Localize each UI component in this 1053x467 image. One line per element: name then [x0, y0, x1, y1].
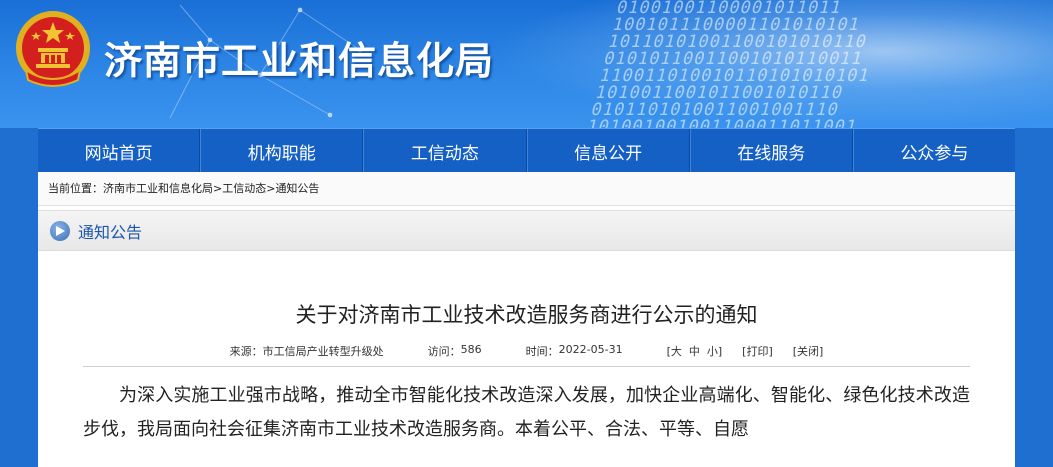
breadcrumb-item-notices[interactable]: 通知公告 — [275, 182, 319, 195]
breadcrumb-item-news[interactable]: 工信动态 — [222, 182, 266, 195]
section-bar: 通知公告 — [38, 210, 1015, 251]
time-label: 时间： — [525, 345, 559, 358]
print-link[interactable]: [打印] — [742, 343, 773, 359]
nav-item-online-services[interactable]: 在线服务 — [689, 129, 853, 173]
nav-item-home[interactable]: 网站首页 — [38, 129, 201, 173]
nav-item-functions[interactable]: 机构职能 — [200, 129, 364, 173]
time-value: 2022-05-31 — [558, 343, 623, 356]
national-emblem-icon — [16, 11, 90, 87]
font-size-links[interactable]: [大 中 小] — [667, 343, 723, 359]
article-title: 关于对济南市工业技术改造服务商进行公示的通知 — [295, 303, 758, 327]
site-title: 济南市工业和信息化局 — [104, 39, 495, 83]
site-header: 01001001100001011011 1001011100001101010… — [0, 0, 1053, 128]
article-body: 为深入实施工业强市战略，推动全市智能化技术改造深入发展，加快企业高端化、智能化、… — [83, 385, 970, 440]
article-meta: 来源： 市工信局产业转型升级处 访问： 586 时间： 2022-05-31 [大 中… — [38, 343, 1015, 359]
close-link[interactable]: [关闭] — [793, 343, 824, 359]
breadcrumb-prefix: 当前位置： — [48, 182, 103, 195]
play-circle-icon — [50, 220, 70, 241]
nav-item-public-participation[interactable]: 公众参与 — [852, 129, 1015, 173]
binary-decoration: 01001001100001011011 1001011100001101010… — [587, 0, 873, 128]
breadcrumb-separator: > — [213, 182, 223, 195]
main-nav: 网站首页 机构职能 工信动态 信息公开 在线服务 公众参与 — [38, 128, 1015, 173]
meta-divider — [83, 366, 970, 367]
visits-label: 访问： — [427, 345, 461, 358]
source-label: 来源： — [229, 345, 263, 358]
source-value: 市工信局产业转型升级处 — [262, 345, 384, 358]
nav-item-disclosure[interactable]: 信息公开 — [526, 129, 690, 173]
breadcrumb-item-home[interactable]: 济南市工业和信息化局 — [103, 182, 213, 195]
nav-item-news[interactable]: 工信动态 — [363, 129, 527, 173]
visits-value: 586 — [460, 343, 482, 356]
breadcrumb: 当前位置：济南市工业和信息化局>工信动态>通知公告 — [38, 172, 1015, 206]
content-panel: 当前位置：济南市工业和信息化局>工信动态>通知公告 通知公告 关于对济南市工业技… — [38, 172, 1015, 467]
section-title: 通知公告 — [78, 222, 143, 242]
